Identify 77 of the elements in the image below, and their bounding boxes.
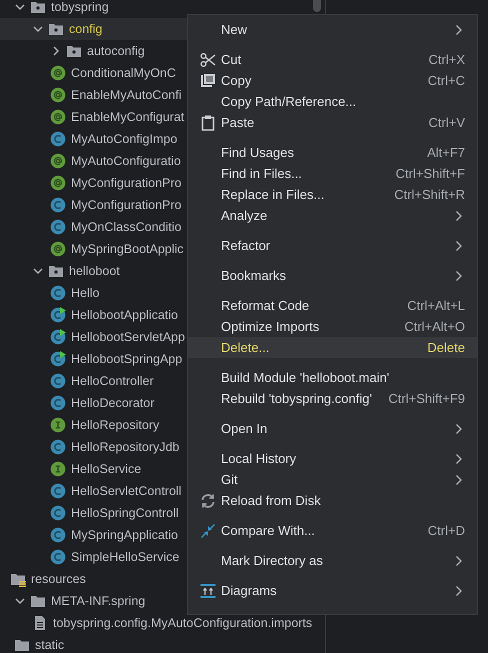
shortcut-label: Alt+F7 xyxy=(427,145,465,160)
menu-item[interactable]: Refactor xyxy=(188,235,477,256)
chevron-icon xyxy=(51,46,61,56)
class-icon xyxy=(50,505,66,521)
shortcut-label: Ctrl+Alt+O xyxy=(404,319,465,334)
class-icon xyxy=(50,285,66,301)
shortcut-label: Ctrl+V xyxy=(428,115,465,130)
class-icon xyxy=(50,439,66,455)
tree-item[interactable]: static xyxy=(0,634,325,653)
tree-item[interactable]: tobyspring.config.MyAutoConfiguration.imports xyxy=(0,612,325,634)
tree-item[interactable]: tobyspring xyxy=(0,0,325,18)
shortcut-label: Ctrl+X xyxy=(428,52,465,67)
chevron-icon xyxy=(15,596,25,606)
menu-item[interactable]: Mark Directory as xyxy=(188,550,477,571)
reload-icon xyxy=(200,492,216,508)
class-icon xyxy=(50,483,66,499)
class-icon xyxy=(50,197,66,213)
chevron-icon xyxy=(33,24,43,34)
annotation-icon xyxy=(50,241,66,257)
menu-item[interactable]: Open In xyxy=(188,418,477,439)
interface-icon xyxy=(50,461,66,477)
menu-item[interactable]: Paste Ctrl+V xyxy=(188,112,477,133)
annotation-icon xyxy=(50,175,66,191)
class-icon xyxy=(50,527,66,543)
menu-item[interactable]: Delete... Delete xyxy=(188,337,477,358)
menu-item[interactable]: Rebuild 'tobyspring.config' Ctrl+Shift+F9 xyxy=(188,388,477,409)
menu-item[interactable]: Cut Ctrl+X xyxy=(188,49,477,70)
scissors-icon xyxy=(200,52,216,68)
runnable-class-icon xyxy=(50,351,66,367)
annotation-icon xyxy=(50,65,66,81)
runnable-class-icon xyxy=(50,329,66,345)
package-icon xyxy=(48,263,64,279)
package-icon xyxy=(48,21,64,37)
shortcut-label: Ctrl+C xyxy=(428,73,465,88)
class-icon xyxy=(50,549,66,565)
class-icon xyxy=(50,131,66,147)
menu-item[interactable]: Bookmarks xyxy=(188,265,477,286)
shortcut-label: Ctrl+Shift+F xyxy=(396,166,465,181)
menu-item[interactable]: Copy Ctrl+C xyxy=(188,70,477,91)
annotation-icon xyxy=(50,153,66,169)
menu-item[interactable]: Diagrams xyxy=(188,580,477,601)
class-icon xyxy=(50,395,66,411)
resources-folder-icon xyxy=(10,571,26,587)
menu-item[interactable]: Copy Path/Reference... xyxy=(188,91,477,112)
file-icon xyxy=(32,615,48,631)
shortcut-label: Ctrl+Alt+L xyxy=(407,298,465,313)
menu-item[interactable]: Reformat Code Ctrl+Alt+L xyxy=(188,295,477,316)
shortcut-label: Ctrl+D xyxy=(428,523,465,538)
menu-item[interactable]: Optimize Imports Ctrl+Alt+O xyxy=(188,316,477,337)
menu-item[interactable]: Build Module 'helloboot.main' xyxy=(188,367,477,388)
menu-item[interactable]: Compare With... Ctrl+D xyxy=(188,520,477,541)
shortcut-label: Ctrl+Shift+F9 xyxy=(388,391,465,406)
menu-item[interactable]: Git xyxy=(188,469,477,490)
menu-item[interactable]: Reload from Disk xyxy=(188,490,477,511)
menu-item[interactable]: Analyze xyxy=(188,205,477,226)
interface-icon xyxy=(50,417,66,433)
menu-item[interactable]: Local History xyxy=(188,448,477,469)
menu-item[interactable]: Find in Files... Ctrl+Shift+F xyxy=(188,163,477,184)
annotation-icon xyxy=(50,87,66,103)
shortcut-label: Delete xyxy=(427,340,465,355)
shortcut-label: Ctrl+Shift+R xyxy=(394,187,465,202)
copy-icon xyxy=(200,72,216,88)
menu-item[interactable]: Replace in Files... Ctrl+Shift+R xyxy=(188,184,477,205)
runnable-class-icon xyxy=(50,307,66,323)
folder-icon xyxy=(14,637,30,653)
package-icon xyxy=(66,43,82,59)
class-icon xyxy=(50,373,66,389)
menu-item[interactable]: Find Usages Alt+F7 xyxy=(188,142,477,163)
diagram-icon xyxy=(200,582,216,598)
folder-icon xyxy=(30,593,46,609)
class-icon xyxy=(50,219,66,235)
clipboard-icon xyxy=(200,114,216,130)
chevron-icon xyxy=(15,2,25,12)
chevron-icon xyxy=(33,266,43,276)
annotation-icon xyxy=(50,109,66,125)
compare-icon xyxy=(200,522,216,538)
scrollbar-thumb[interactable] xyxy=(313,0,321,12)
